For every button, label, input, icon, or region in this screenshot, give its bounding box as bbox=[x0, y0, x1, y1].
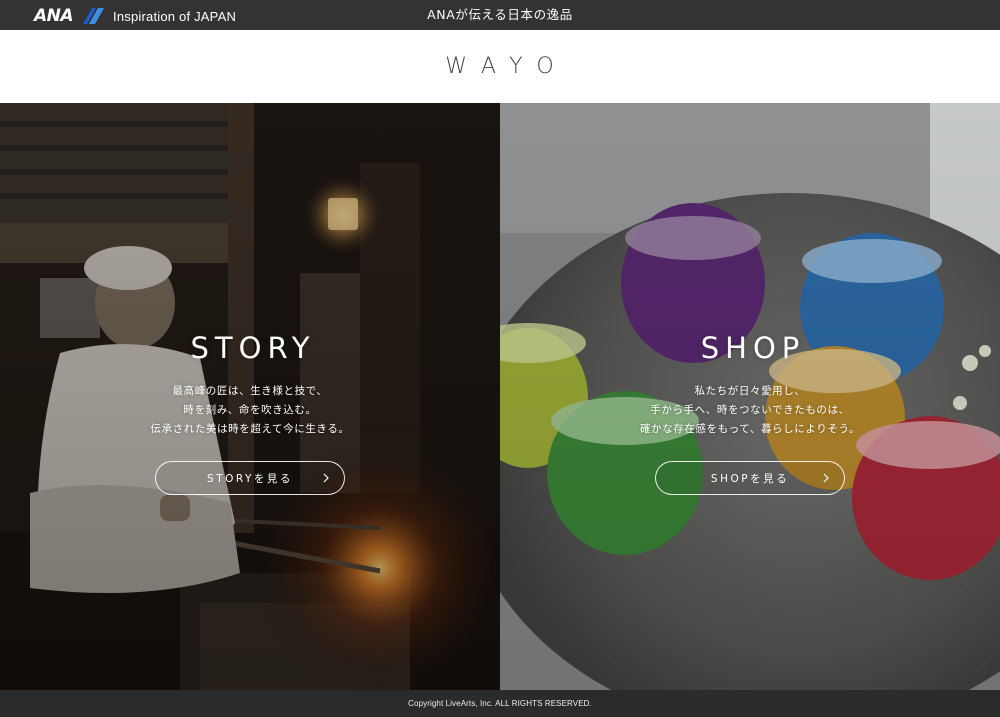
shop-description: 私たちが日々愛用し、 手から手へ、時をつないできたものは、 確かな存在感をもって… bbox=[640, 382, 860, 439]
story-description-line: 伝承された美は時を超えて今に生きる。 bbox=[150, 423, 350, 435]
chevron-right-icon bbox=[323, 473, 329, 483]
shop-description-line: 私たちが日々愛用し、 bbox=[694, 385, 806, 397]
topbar-title: ANAが伝える日本の逸品 bbox=[427, 7, 573, 22]
shop-button-label: SHOPを見る bbox=[710, 472, 790, 485]
chevron-right-icon bbox=[823, 473, 829, 483]
hero-panels: STORY 最高峰の匠は、生き様と技で、 時を刻み、命を吹き込む。 伝承された美… bbox=[0, 103, 1000, 690]
shop-description-line: 手から手へ、時をつないできたものは、 bbox=[650, 404, 850, 416]
story-view-button[interactable]: STORYを見る bbox=[155, 461, 345, 495]
story-title: STORY bbox=[190, 331, 316, 365]
site-header: WAYO bbox=[0, 30, 1000, 103]
shop-title: SHOP bbox=[700, 331, 806, 365]
shop-panel[interactable]: SHOP 私たちが日々愛用し、 手から手へ、時をつないできたものは、 確かな存在… bbox=[500, 103, 1000, 690]
story-panel-content: STORY 最高峰の匠は、生き様と技で、 時を刻み、命を吹き込む。 伝承された美… bbox=[0, 103, 500, 690]
shop-view-button[interactable]: SHOPを見る bbox=[655, 461, 845, 495]
story-description-line: 時を刻み、命を吹き込む。 bbox=[183, 404, 317, 416]
shop-description-line: 確かな存在感をもって、暮らしによりそう。 bbox=[639, 423, 861, 435]
story-description-line: 最高峰の匠は、生き様と技で、 bbox=[172, 385, 328, 397]
shop-panel-content: SHOP 私たちが日々愛用し、 手から手へ、時をつないできたものは、 確かな存在… bbox=[500, 103, 1000, 690]
story-panel[interactable]: STORY 最高峰の匠は、生き様と技で、 時を刻み、命を吹き込む。 伝承された美… bbox=[0, 103, 500, 690]
story-description: 最高峰の匠は、生き様と技で、 時を刻み、命を吹き込む。 伝承された美は時を超えて… bbox=[150, 382, 349, 439]
top-bar: ANA Inspiration of JAPAN ANAが伝える日本の逸品 bbox=[0, 0, 1000, 30]
wayo-logo[interactable]: WAYO bbox=[445, 54, 568, 79]
story-button-label: STORYを見る bbox=[207, 472, 293, 485]
copyright-text: Copyright LiveArts, Inc. ALL RIGHTS RESE… bbox=[408, 699, 592, 708]
footer: Copyright LiveArts, Inc. ALL RIGHTS RESE… bbox=[0, 690, 1000, 717]
